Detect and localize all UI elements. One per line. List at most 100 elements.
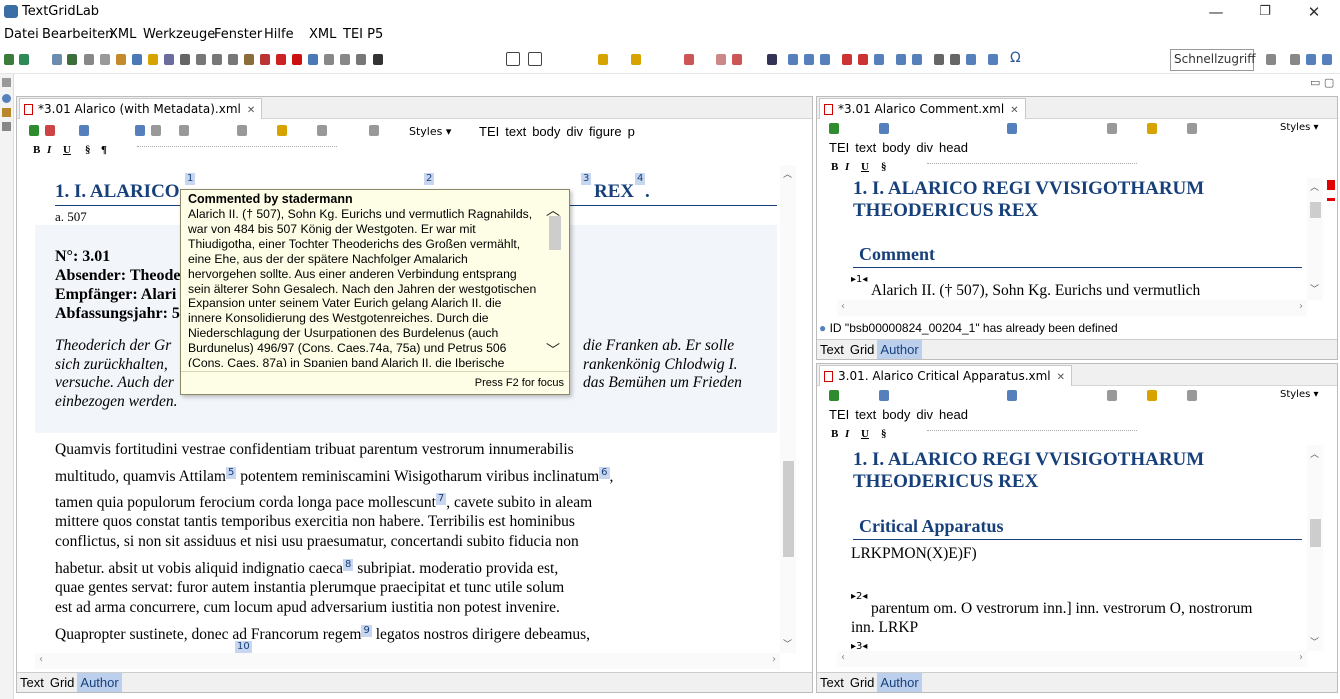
filter-icon[interactable] bbox=[879, 123, 889, 134]
underline-button[interactable]: U bbox=[63, 144, 71, 156]
styles-dropdown[interactable]: Styles ▾ bbox=[1280, 122, 1319, 133]
italic-icon[interactable] bbox=[966, 54, 976, 65]
footnote-marker-2[interactable]: 2 bbox=[424, 173, 435, 185]
search-icon[interactable] bbox=[180, 54, 190, 65]
footnote-marker-1[interactable]: 1 bbox=[185, 173, 196, 185]
breadcrumb-text[interactable]: text bbox=[855, 407, 876, 422]
tab-author-mode[interactable]: Author bbox=[877, 340, 922, 359]
tooltip-scroll-thumb[interactable] bbox=[549, 216, 561, 250]
x-red-icon[interactable] bbox=[292, 54, 302, 65]
italic-button[interactable]: I bbox=[845, 161, 849, 173]
menu-fenster[interactable]: Fenster bbox=[214, 27, 262, 42]
perspective-2-icon[interactable] bbox=[1306, 54, 1316, 65]
breadcrumb-body[interactable]: body bbox=[882, 140, 910, 155]
copy-icon[interactable] bbox=[1107, 390, 1117, 401]
reject-icon[interactable] bbox=[179, 125, 189, 136]
doc-2-icon[interactable] bbox=[804, 54, 814, 65]
menu-bearbeiten[interactable]: Bearbeiten bbox=[42, 27, 113, 42]
image-link-icon[interactable] bbox=[212, 54, 222, 65]
bold-button[interactable]: B bbox=[33, 144, 40, 156]
scroll-right-icon[interactable]: › bbox=[1299, 652, 1303, 663]
image-icon[interactable] bbox=[196, 54, 206, 65]
footnote-marker-10[interactable]: 10 bbox=[235, 641, 252, 653]
maximize-icon[interactable]: ❐ bbox=[1245, 2, 1285, 22]
underline-button[interactable]: U bbox=[861, 161, 869, 173]
italic-button[interactable]: I bbox=[845, 428, 849, 440]
tab-close-icon[interactable]: ✕ bbox=[1010, 105, 1018, 116]
refresh-icon[interactable] bbox=[29, 125, 39, 136]
accept-icon[interactable] bbox=[151, 125, 161, 136]
breadcrumb-div[interactable]: div bbox=[916, 140, 933, 155]
perspective-icon[interactable] bbox=[1266, 54, 1276, 65]
refresh-icon[interactable] bbox=[829, 390, 839, 401]
scroll-down-icon[interactable]: ﹀ bbox=[783, 637, 792, 650]
breadcrumb-head[interactable]: head bbox=[939, 407, 968, 422]
markup-icon[interactable] bbox=[1007, 123, 1017, 134]
tab-grid-mode[interactable]: Grid bbox=[47, 673, 78, 692]
breadcrumb-p[interactable]: p bbox=[628, 124, 635, 139]
breadcrumb-tei[interactable]: TEI bbox=[479, 124, 499, 139]
comment-icon[interactable] bbox=[1187, 390, 1197, 401]
breadcrumb-body[interactable]: body bbox=[532, 124, 560, 139]
footnote-marker-9[interactable]: 9 bbox=[361, 625, 372, 637]
markup-icon[interactable] bbox=[1007, 390, 1017, 401]
doc-3-icon[interactable] bbox=[820, 54, 830, 65]
section-button[interactable]: § bbox=[881, 161, 887, 173]
menu-xml-2[interactable]: XML bbox=[309, 27, 336, 42]
run-icon[interactable] bbox=[858, 54, 868, 65]
footnote-marker-3[interactable]: 3 bbox=[581, 173, 592, 185]
play-icon[interactable] bbox=[842, 54, 852, 65]
breadcrumb-figure[interactable]: figure bbox=[589, 124, 622, 139]
validate-icon[interactable] bbox=[896, 54, 906, 65]
tab-alarico-metadata[interactable]: *3.01 Alarico (with Metadata).xml ✕ bbox=[19, 98, 263, 119]
globe-icon[interactable] bbox=[132, 54, 142, 65]
filter-icon[interactable] bbox=[79, 125, 89, 136]
footnote-marker-7[interactable]: 7 bbox=[435, 493, 447, 505]
main-vertical-scrollbar[interactable]: ︿ ﹀ bbox=[780, 165, 796, 653]
highlight-icon[interactable] bbox=[277, 125, 287, 136]
refresh-icon[interactable] bbox=[829, 123, 839, 134]
breadcrumb-text[interactable]: text bbox=[505, 124, 526, 139]
book-icon[interactable] bbox=[244, 54, 254, 65]
perspective-3-icon[interactable] bbox=[1322, 54, 1332, 65]
comment-icon[interactable] bbox=[1187, 123, 1197, 134]
error-marker-small[interactable] bbox=[1327, 198, 1335, 201]
main-horizontal-scrollbar[interactable]: ‹ › bbox=[35, 653, 780, 669]
pencil-icon[interactable] bbox=[148, 54, 158, 65]
panel-icon[interactable] bbox=[324, 54, 334, 65]
font-decrease-icon[interactable] bbox=[506, 52, 520, 66]
panel-2-icon[interactable] bbox=[340, 54, 350, 65]
apparatus-vertical-scrollbar[interactable]: ︿ ﹀ bbox=[1307, 445, 1323, 651]
tab-author-mode[interactable]: Author bbox=[77, 673, 122, 692]
grid-icon[interactable] bbox=[84, 54, 94, 65]
add-icon[interactable] bbox=[19, 54, 29, 65]
view-icon[interactable] bbox=[228, 54, 238, 65]
error-marker[interactable] bbox=[1327, 180, 1335, 190]
package-icon[interactable] bbox=[2, 108, 11, 117]
tool-2-icon[interactable] bbox=[732, 54, 742, 65]
highlight-icon[interactable] bbox=[1147, 390, 1157, 401]
styles-dropdown[interactable]: Styles ▾ bbox=[1280, 389, 1319, 400]
tab-text-mode[interactable]: Text bbox=[17, 673, 47, 692]
section-button[interactable]: § bbox=[881, 428, 887, 440]
flag-icon[interactable] bbox=[260, 54, 270, 65]
format-icon[interactable] bbox=[912, 54, 922, 65]
comment-icon[interactable] bbox=[317, 125, 327, 136]
view-minmax-icon[interactable]: ▭ ▢ bbox=[1310, 76, 1334, 89]
scroll-left-icon[interactable]: ‹ bbox=[39, 654, 43, 665]
remove-icon[interactable] bbox=[767, 54, 777, 65]
menu-datei[interactable]: Datei bbox=[4, 27, 39, 42]
quick-access-input[interactable]: Schnellzugriff bbox=[1170, 49, 1256, 71]
insert-2-icon[interactable] bbox=[631, 54, 641, 65]
bold-button[interactable]: B bbox=[831, 161, 838, 173]
breadcrumb-tei[interactable]: TEI bbox=[829, 140, 849, 155]
tab-grid-mode[interactable]: Grid bbox=[847, 340, 878, 359]
scroll-down-icon[interactable]: ﹀ bbox=[1310, 282, 1319, 295]
footnote-marker-6[interactable]: 6 bbox=[599, 467, 610, 479]
clear-icon[interactable] bbox=[369, 125, 379, 136]
edit-icon[interactable] bbox=[45, 125, 55, 136]
restore-icon[interactable] bbox=[2, 78, 11, 87]
highlight-icon[interactable] bbox=[1147, 123, 1157, 134]
breadcrumb-div[interactable]: div bbox=[566, 124, 583, 139]
paragraph-button[interactable]: ¶ bbox=[101, 144, 107, 156]
